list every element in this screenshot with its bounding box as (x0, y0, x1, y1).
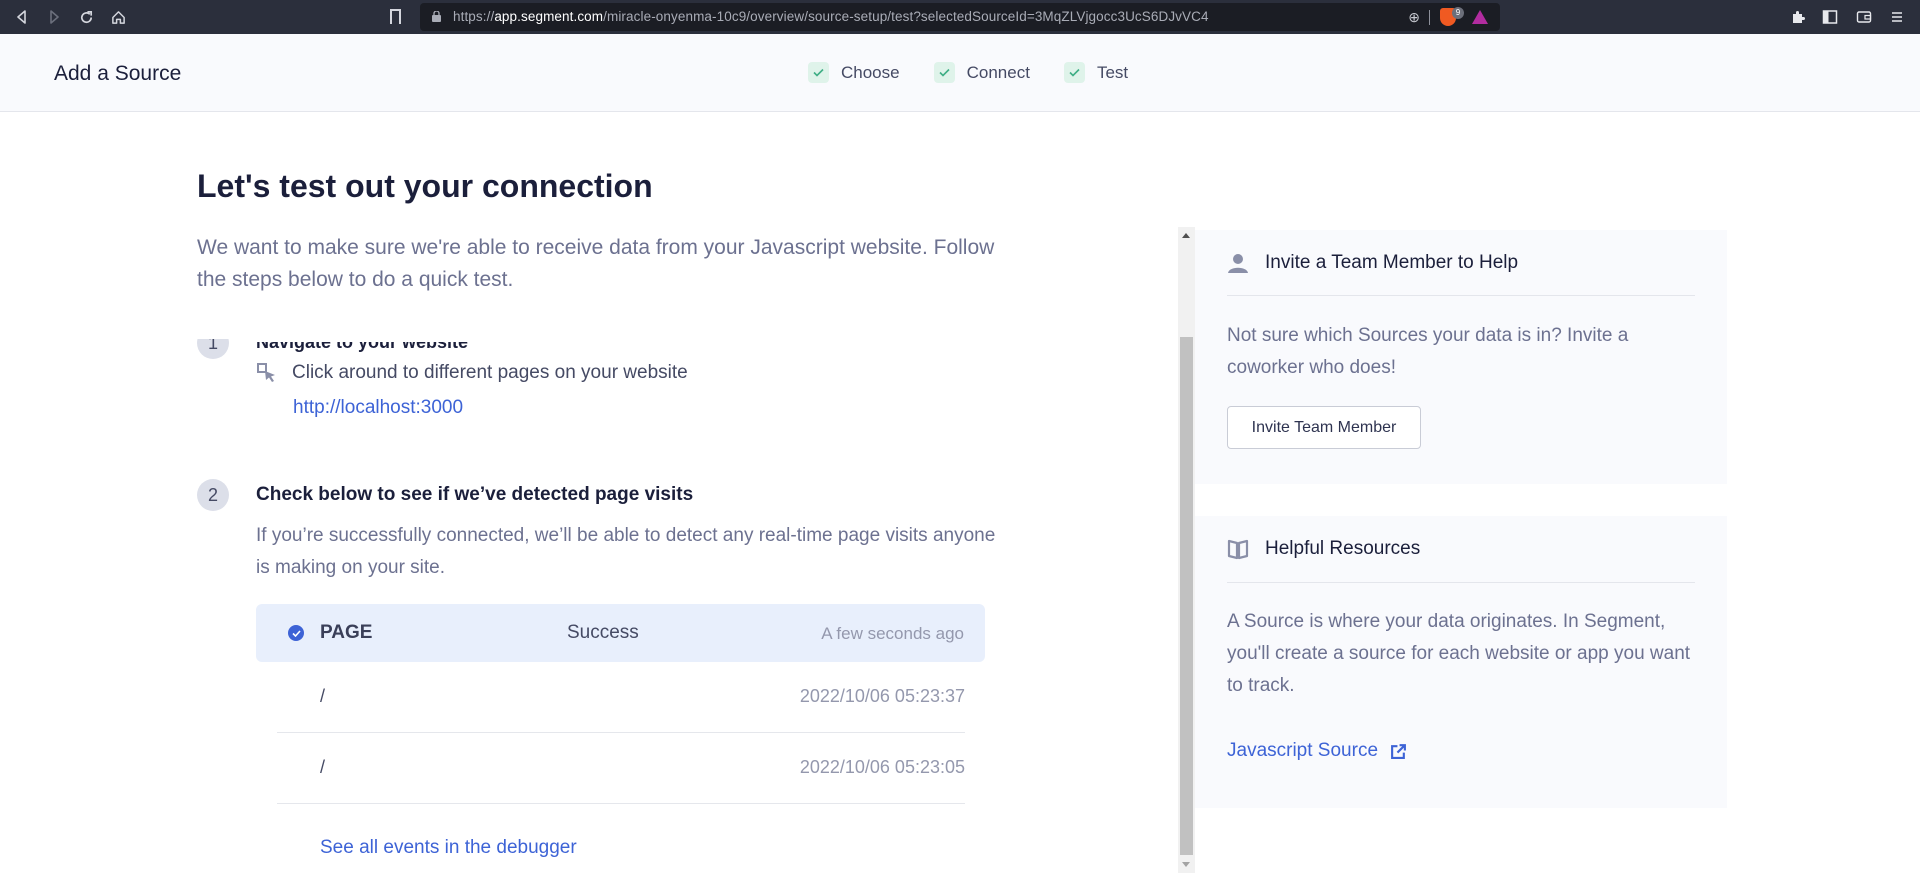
step2-title: Check below to see if we’ve detected pag… (256, 484, 694, 505)
event-time: A few seconds ago (821, 624, 964, 643)
step-label: Choose (841, 62, 900, 82)
page-title: Let's test out your connection (197, 168, 653, 204)
website-link[interactable]: http://localhost:3000 (293, 397, 463, 419)
lock-icon (432, 11, 441, 22)
app-header: Add a Source Choose Connect Test (0, 34, 1920, 112)
javascript-source-link-text: Javascript Source (1227, 740, 1379, 761)
browser-toolbar: https://app.segment.com/miracle-onyenma-… (0, 0, 1920, 34)
event-row[interactable]: / 2022/10/06 05:23:37 (277, 662, 965, 733)
zoom-icon[interactable]: ⊕ (1408, 9, 1420, 26)
scrollbar-thumb[interactable] (1180, 337, 1193, 855)
step1-instruction: Click around to different pages on your … (256, 362, 688, 384)
intro-text: We want to make sure we're able to recei… (197, 236, 995, 291)
divider (1227, 582, 1695, 583)
check-icon (1063, 62, 1085, 83)
url-scheme: https:// (453, 9, 495, 24)
step-label: Connect (966, 62, 1030, 82)
step-number-1: 1 (197, 339, 229, 359)
event-timestamp: 2022/10/06 05:23:05 (799, 757, 965, 777)
home-button[interactable] (106, 5, 130, 29)
sidebar-icon (1822, 10, 1838, 24)
event-path: / (320, 757, 326, 777)
back-button[interactable] (10, 5, 34, 29)
step-test[interactable]: Test (1063, 62, 1129, 83)
book-icon (1227, 539, 1249, 560)
puzzle-icon (1793, 11, 1805, 23)
check-icon (933, 62, 955, 83)
menu-button[interactable] (1887, 7, 1907, 27)
invite-card-title: Invite a Team Member to Help (1265, 252, 1519, 273)
event-path: / (320, 686, 326, 706)
step1-title: Navigate to your website (256, 332, 469, 352)
reload-button[interactable] (74, 5, 98, 29)
wallet-icon (1856, 11, 1872, 23)
event-summary-row[interactable]: PAGE Success A few seconds ago (256, 604, 985, 662)
forward-button[interactable] (42, 5, 66, 29)
url-text[interactable]: https://app.segment.com/miracle-onyenma-… (453, 9, 1209, 24)
address-bar[interactable]: https://app.segment.com/miracle-onyenma-… (420, 3, 1500, 31)
url-path: /miracle-onyenma-10c9/overview/source-se… (603, 9, 1209, 24)
scroll-up-arrow-icon[interactable] (1182, 233, 1190, 238)
scroll-down-arrow-icon[interactable] (1182, 862, 1190, 867)
invite-card-body: Not sure which Sources your data is in? … (1227, 325, 1629, 378)
extensions-button[interactable] (1788, 7, 1808, 27)
success-check-icon (288, 625, 304, 641)
step-number-2: 2 (197, 479, 229, 511)
step-connect[interactable]: Connect (933, 62, 1030, 83)
user-icon (1228, 254, 1248, 273)
invite-team-member-button[interactable]: Invite Team Member (1227, 406, 1421, 449)
event-row[interactable]: / 2022/10/06 05:23:05 (277, 733, 965, 804)
resources-card-body: A Source is where your data originates. … (1227, 611, 1691, 696)
setup-stepper: Choose Connect Test (808, 62, 1162, 83)
debugger-link[interactable]: See all events in the debugger (320, 837, 577, 859)
external-link-icon (1391, 743, 1406, 759)
sidebar-toggle-button[interactable] (1820, 7, 1840, 27)
shields-count-badge: 9 (1452, 7, 1464, 19)
resources-card: Helpful Resources A Source is where your… (1195, 516, 1727, 808)
url-host: app.segment.com (494, 9, 604, 24)
divider (1227, 295, 1695, 296)
forward-icon (50, 10, 59, 24)
divider (1429, 10, 1430, 25)
check-icon (808, 62, 829, 83)
wallet-button[interactable] (1854, 7, 1874, 27)
scrollbar[interactable] (1178, 227, 1195, 873)
cursor-click-icon (257, 363, 275, 382)
step2-description: If you’re successfully connected, we’ll … (256, 525, 996, 578)
event-type: PAGE (320, 622, 373, 643)
invite-card: Invite a Team Member to Help Not sure wh… (1195, 230, 1727, 484)
event-status: Success (567, 622, 639, 643)
hamburger-icon (1892, 12, 1902, 22)
resources-card-header: Helpful Resources (1227, 538, 1420, 560)
header-title: Add a Source (54, 62, 182, 85)
step-choose[interactable]: Choose (808, 62, 900, 83)
step1-instruction-text: Click around to different pages on your … (292, 362, 688, 383)
step-label: Test (1096, 62, 1129, 82)
bookmark-icon[interactable] (390, 9, 401, 24)
invite-card-header: Invite a Team Member to Help (1227, 252, 1518, 274)
brave-rewards-icon[interactable] (1472, 10, 1488, 24)
home-icon (111, 10, 125, 24)
javascript-source-link[interactable]: Javascript Source (1227, 740, 1407, 762)
resources-card-title: Helpful Resources (1265, 538, 1421, 559)
reload-icon (80, 10, 92, 23)
event-timestamp: 2022/10/06 05:23:37 (799, 686, 965, 706)
back-icon (17, 10, 26, 24)
